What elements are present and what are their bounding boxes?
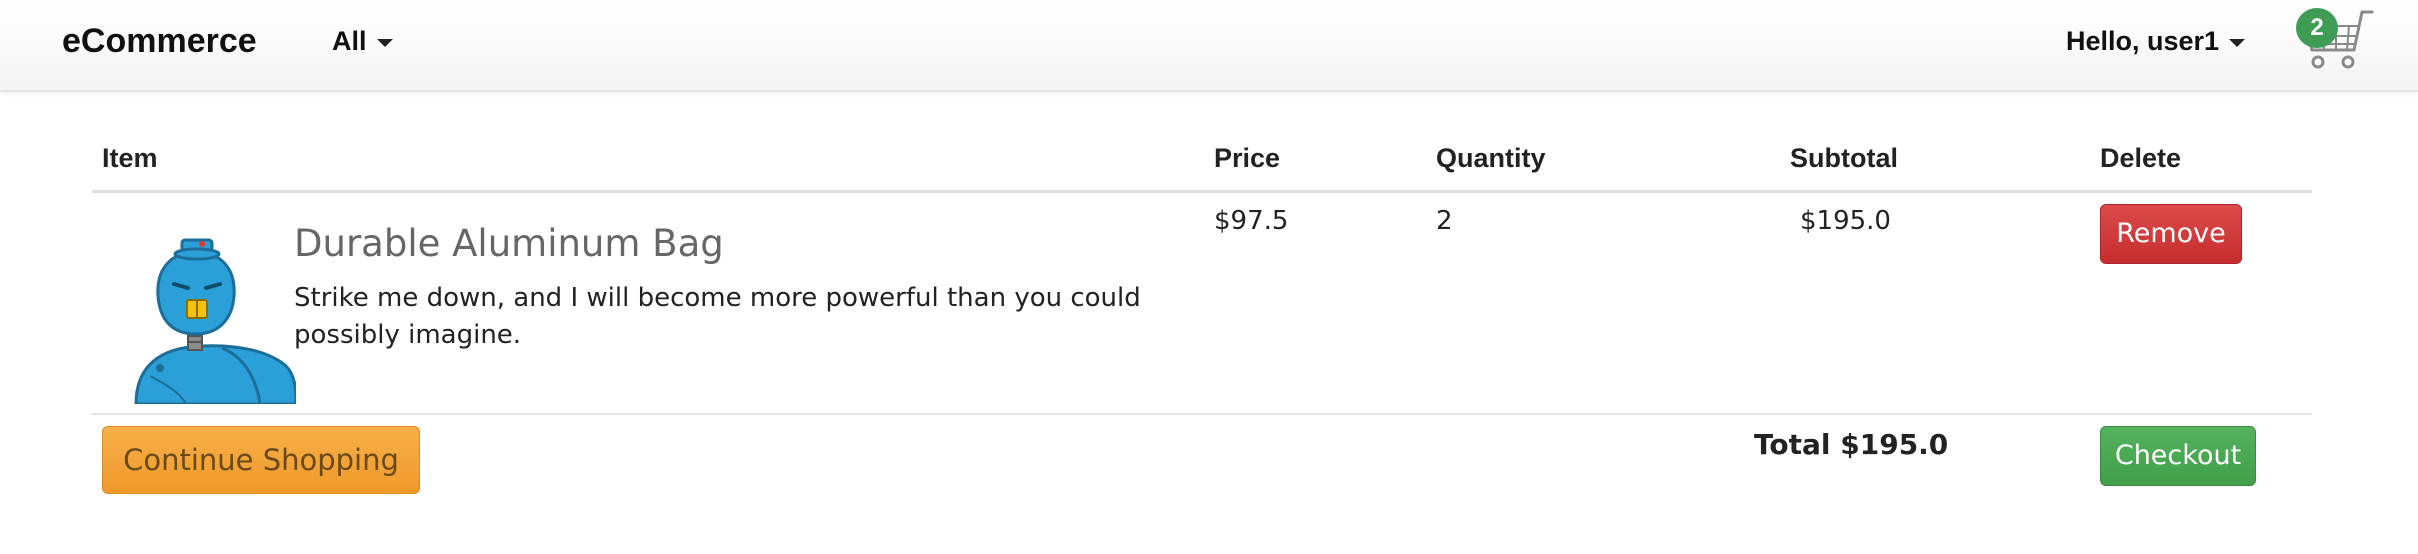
brand-logo[interactable]: eCommerce [62,22,257,61]
header-quantity: Quantity [1436,143,1546,173]
user-menu-label: Hello, user1 [2066,26,2220,56]
product-description: Strike me down, and I will become more p… [294,283,1141,350]
cart-total: Total $195.0 [1754,428,1949,461]
caret-down-icon [376,38,393,47]
product-image[interactable] [130,236,296,404]
product-name[interactable]: Durable Aluminum Bag [294,222,724,265]
product-subtotal: $195.0 [1800,206,1891,236]
caret-down-icon [2229,38,2246,47]
cart-button[interactable]: 2 [2296,6,2376,74]
cart-count-badge: 2 [2296,8,2338,48]
checkout-button[interactable]: Checkout [2100,426,2256,486]
product-quantity: 2 [1436,206,1453,236]
product-price: $97.5 [1214,206,1289,236]
category-dropdown-label: All [332,26,367,56]
navbar: eCommerce All Hello, user1 2 [0,0,2418,92]
table-header-divider [92,190,2312,193]
category-dropdown[interactable]: All [332,26,393,57]
user-menu-dropdown[interactable]: Hello, user1 [2066,26,2246,57]
header-subtotal: Subtotal [1790,143,1898,173]
remove-button[interactable]: Remove [2100,204,2242,264]
header-delete: Delete [2100,143,2182,173]
header-price: Price [1214,143,1281,173]
continue-shopping-button[interactable]: Continue Shopping [102,426,420,494]
table-row-divider [92,413,2312,415]
header-item: Item [102,143,158,173]
